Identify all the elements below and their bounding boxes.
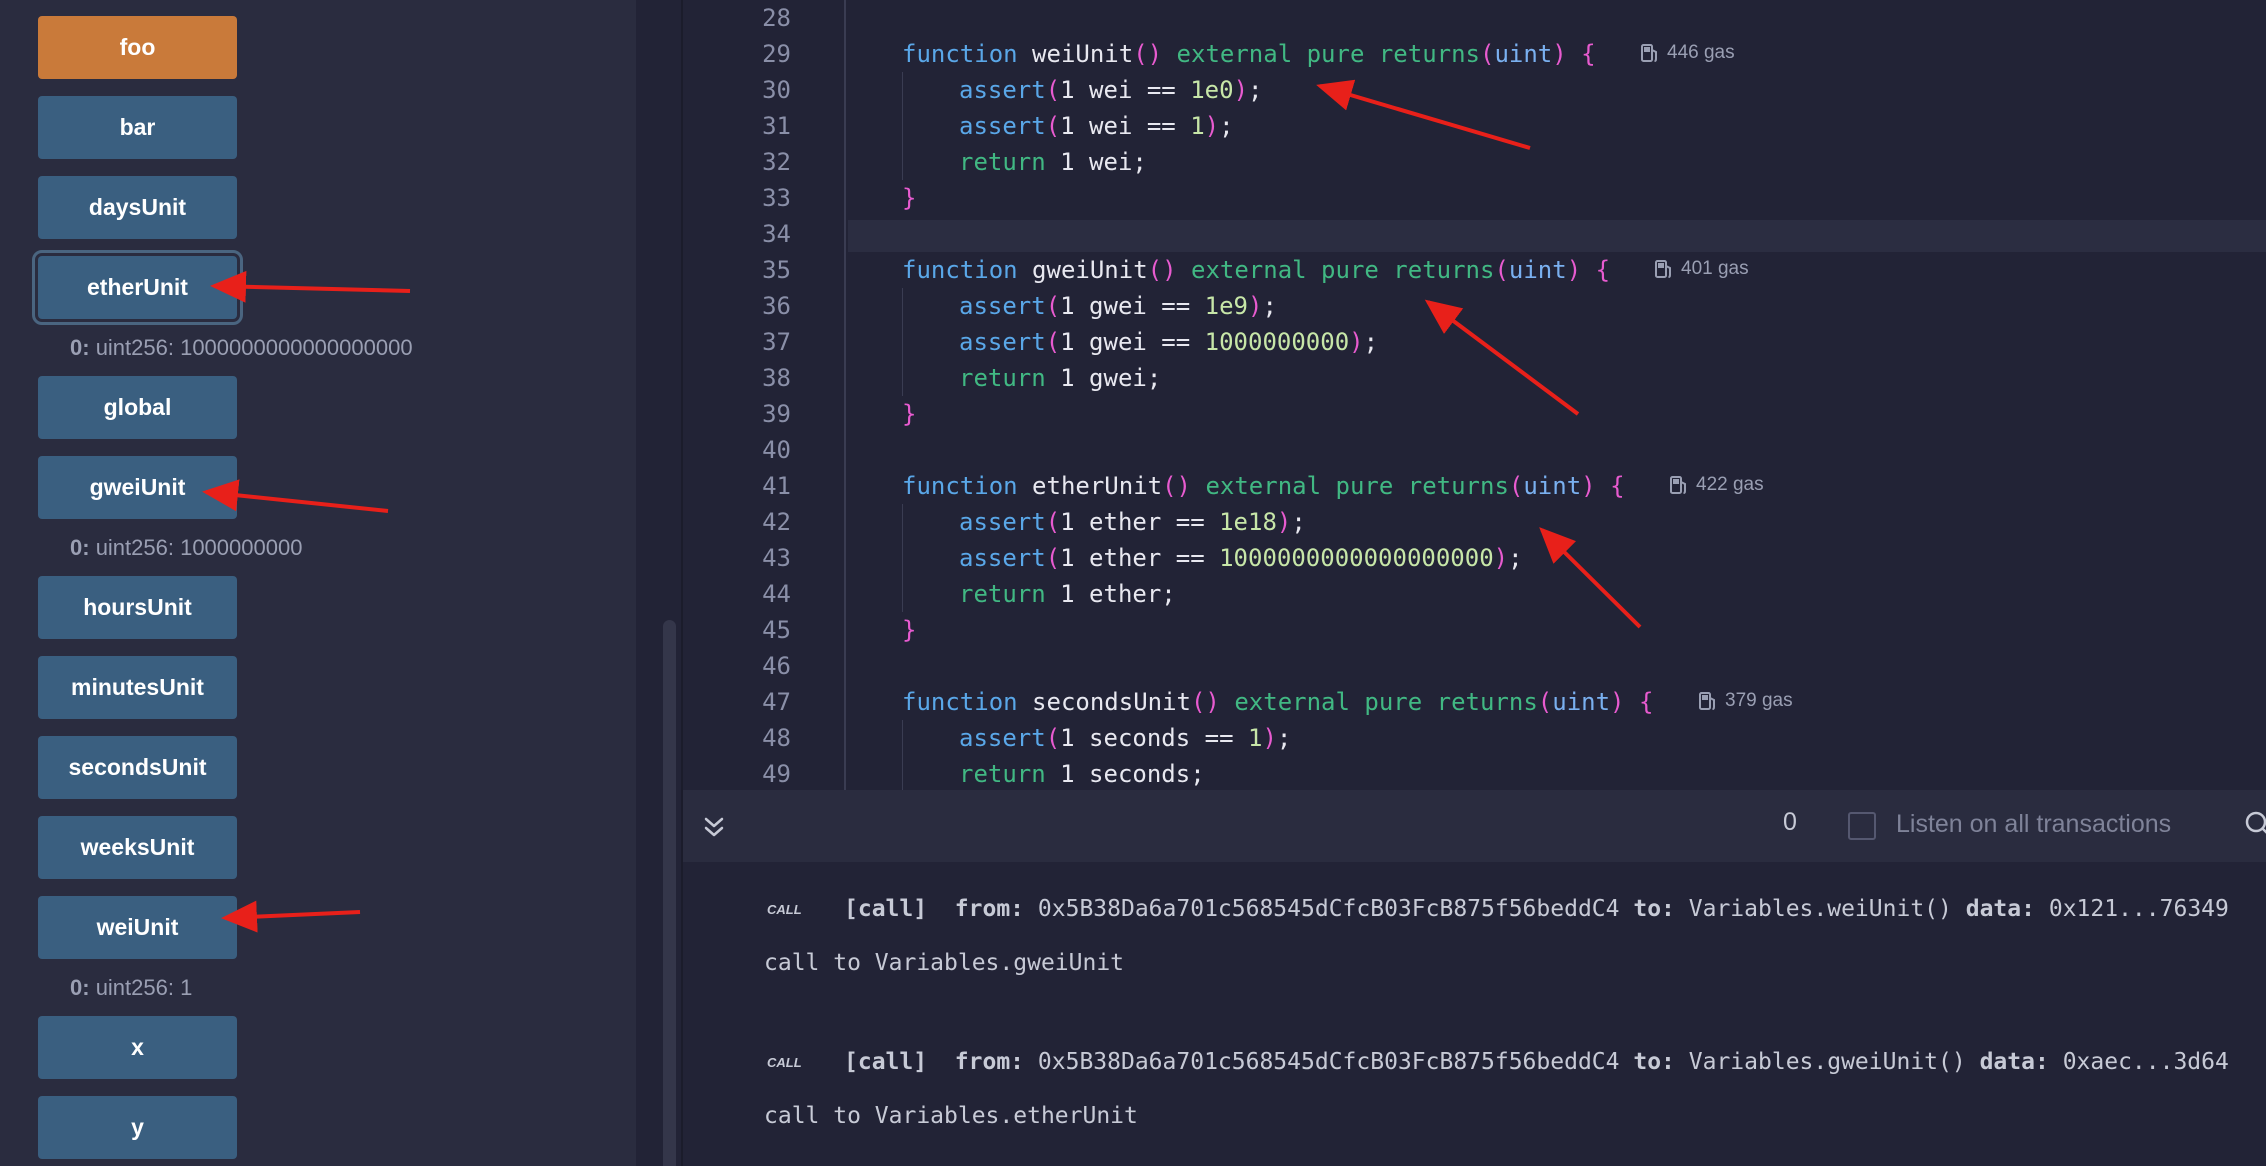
- line-number: 49: [762, 760, 791, 788]
- call-badge: CALL: [767, 902, 802, 917]
- code-line: 28: [683, 0, 2266, 36]
- line-number: 29: [762, 40, 791, 68]
- code-line: 34: [683, 216, 2266, 252]
- log-summary: [call] from: 0x5B38Da6a701c568545dCfcB03…: [844, 896, 2229, 922]
- code-line: 36 assert(1 gwei == 1e9);: [683, 288, 2266, 324]
- code-line: 31 assert(1 wei == 1);: [683, 108, 2266, 144]
- line-number: 31: [762, 112, 791, 140]
- left-panel-scrollbar[interactable]: [663, 620, 676, 1166]
- log-message: call to Variables.gweiUnit: [764, 950, 1125, 976]
- gas-estimate-weiUnit: 446 gas: [1641, 42, 1735, 64]
- line-number: 33: [762, 184, 791, 212]
- function-button-foo[interactable]: foo: [38, 16, 237, 79]
- code-line: 43 assert(1 ether == 1000000000000000000)…: [683, 540, 2266, 576]
- line-number: 35: [762, 256, 791, 284]
- line-number: 28: [762, 4, 791, 32]
- line-number: 42: [762, 508, 791, 536]
- pending-tx-count: 0: [1783, 808, 1797, 836]
- code-line: 49 return 1 seconds;: [683, 756, 2266, 790]
- deployed-contract-panel: foo bar daysUnit etherUnit 0: uint256: 1…: [0, 0, 636, 1166]
- line-number: 45: [762, 616, 791, 644]
- gas-estimate-etherUnit: 422 gas: [1670, 474, 1764, 496]
- log-summary: [call] from: 0x5B38Da6a701c568545dCfcB03…: [844, 1049, 2229, 1075]
- code-line: 48 assert(1 seconds == 1);: [683, 720, 2266, 756]
- code-line: 30 assert(1 wei == 1e0);: [683, 72, 2266, 108]
- function-output-weiUnit: 0: uint256: 1: [70, 975, 192, 1001]
- code-line: 37 assert(1 gwei == 1000000000);: [683, 324, 2266, 360]
- gas-pump-icon: [1699, 692, 1715, 710]
- gas-pump-icon: [1670, 476, 1686, 494]
- gas-pump-icon: [1655, 260, 1671, 278]
- line-number: 34: [762, 220, 791, 248]
- log-message: call to Variables.etherUnit: [764, 1103, 1138, 1129]
- line-number: 38: [762, 364, 791, 392]
- gas-estimate-secondsUnit: 379 gas: [1699, 690, 1793, 712]
- code-line: 29 function weiUnit() external pure retur…: [683, 36, 2266, 72]
- terminal-toolbar: 0 Listen on all transactions: [683, 790, 2266, 862]
- code-line: 33}: [683, 180, 2266, 216]
- line-number: 48: [762, 724, 791, 752]
- code-line: 45}: [683, 612, 2266, 648]
- collapse-chevrons-icon[interactable]: [697, 810, 731, 844]
- function-button-daysUnit[interactable]: daysUnit: [38, 176, 237, 239]
- function-button-x[interactable]: x: [38, 1016, 237, 1079]
- line-number: 47: [762, 688, 791, 716]
- function-output-gweiUnit: 0: uint256: 1000000000: [70, 535, 302, 561]
- line-number: 36: [762, 292, 791, 320]
- function-button-etherUnit[interactable]: etherUnit: [32, 250, 243, 325]
- code-editor[interactable]: 28 29 function weiUnit() external pure re…: [683, 0, 2266, 790]
- code-line: 42 assert(1 ether == 1e18);: [683, 504, 2266, 540]
- function-output-etherUnit: 0: uint256: 1000000000000000000: [70, 335, 413, 361]
- line-number: 46: [762, 652, 791, 680]
- line-number: 32: [762, 148, 791, 176]
- code-line: 47 function secondsUnit() external pure r…: [683, 684, 2266, 720]
- gas-value: 401 gas: [1681, 258, 1749, 279]
- code-line: 39}: [683, 396, 2266, 432]
- function-button-global[interactable]: global: [38, 376, 237, 439]
- gas-estimate-gweiUnit: 401 gas: [1655, 258, 1749, 280]
- output-index: 0:: [70, 975, 90, 1000]
- function-button-y[interactable]: y: [38, 1096, 237, 1159]
- terminal-output[interactable]: CALL [call] from: 0x5B38Da6a701c568545dC…: [683, 862, 2266, 1166]
- call-badge: CALL: [767, 1055, 802, 1070]
- gas-value: 379 gas: [1725, 690, 1793, 711]
- function-button-secondsUnit[interactable]: secondsUnit: [38, 736, 237, 799]
- function-button-bar[interactable]: bar: [38, 96, 237, 159]
- output-index: 0:: [70, 535, 90, 560]
- function-button-gweiUnit[interactable]: gweiUnit: [38, 456, 237, 519]
- gas-pump-icon: [1641, 44, 1657, 62]
- listen-all-checkbox[interactable]: [1848, 812, 1876, 840]
- code-line: 46: [683, 648, 2266, 684]
- output-value: uint256: 1: [95, 975, 193, 1000]
- code-line: 41 function etherUnit() external pure ret…: [683, 468, 2266, 504]
- gas-value: 422 gas: [1696, 474, 1764, 495]
- code-line: 32 return 1 wei;: [683, 144, 2266, 180]
- gas-value: 446 gas: [1667, 42, 1735, 63]
- line-number: 41: [762, 472, 791, 500]
- output-value: uint256: 1000000000: [95, 535, 303, 560]
- line-number: 37: [762, 328, 791, 356]
- line-number: 39: [762, 400, 791, 428]
- line-number: 44: [762, 580, 791, 608]
- line-number: 40: [762, 436, 791, 464]
- function-button-weeksUnit[interactable]: weeksUnit: [38, 816, 237, 879]
- function-button-hoursUnit[interactable]: hoursUnit: [38, 576, 237, 639]
- listen-all-label: Listen on all transactions: [1896, 810, 2172, 838]
- code-line: 40: [683, 432, 2266, 468]
- output-value: uint256: 1000000000000000000: [95, 335, 413, 360]
- line-number: 43: [762, 544, 791, 572]
- search-icon[interactable]: [2244, 810, 2266, 838]
- code-line: 44 return 1 ether;: [683, 576, 2266, 612]
- line-number: 30: [762, 76, 791, 104]
- code-line: 38 return 1 gwei;: [683, 360, 2266, 396]
- function-button-minutesUnit[interactable]: minutesUnit: [38, 656, 237, 719]
- function-button-weiUnit[interactable]: weiUnit: [38, 896, 237, 959]
- output-index: 0:: [70, 335, 90, 360]
- code-line: 35 function gweiUnit() external pure retu…: [683, 252, 2266, 288]
